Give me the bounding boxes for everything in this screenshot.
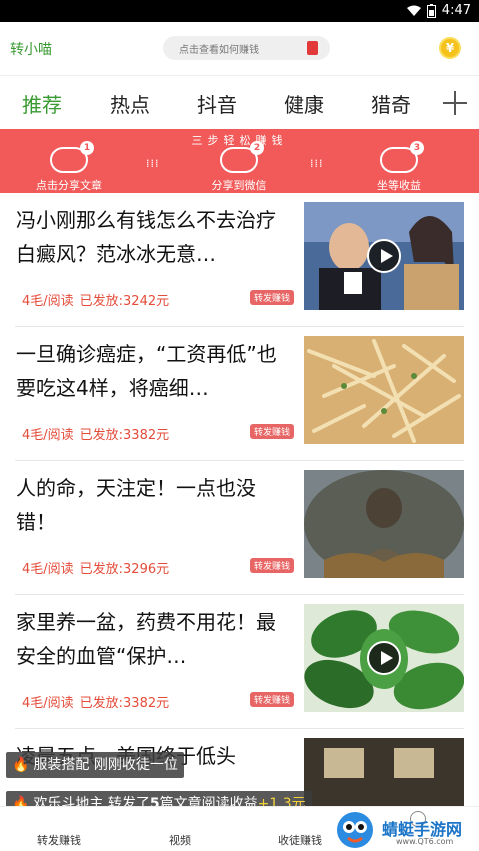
wechat-icon: 2 bbox=[220, 141, 264, 173]
watermark-url: www.QT6.com bbox=[396, 837, 454, 846]
article-thumbnail bbox=[304, 202, 464, 310]
step-earn: 3 坐等收益 bbox=[344, 141, 454, 193]
article-meta: 4毛/阅读 已发放:3382元 bbox=[22, 428, 170, 443]
article-title: 一旦确诊癌症，“工资再低”也要吃这4样，将癌细… bbox=[16, 342, 277, 400]
nav-video[interactable]: 视频 bbox=[135, 832, 225, 848]
tab-hot[interactable]: 热点 bbox=[110, 89, 150, 118]
article-thumbnail bbox=[304, 604, 464, 712]
article-meta: 4毛/阅读 已发放:3296元 bbox=[22, 562, 170, 577]
article-title: 家里养一盆，药费不用花！最安全的血管“保护… bbox=[16, 610, 276, 668]
article-title: 人的命，天注定！一点也没错！ bbox=[16, 476, 256, 534]
nav-recruit-earn[interactable]: 收徒赚钱 bbox=[255, 832, 345, 848]
add-tab-icon[interactable] bbox=[443, 91, 467, 115]
article-title: 冯小刚那么有钱怎么不去治疗白癜风？范冰冰无意… bbox=[16, 208, 276, 266]
search-bar[interactable]: 点击查看如何赚钱 bbox=[163, 36, 330, 60]
brand-name: 转小喵 bbox=[10, 42, 52, 58]
tab-curious[interactable]: 猎奇 bbox=[371, 89, 411, 118]
share-earn-badge[interactable]: 转发赚钱 bbox=[250, 290, 295, 305]
article-item[interactable]: 人的命，天注定！一点也没错！ 4毛/阅读 已发放:3296元 转发赚钱 bbox=[0, 461, 479, 595]
article-item[interactable]: 一旦确诊癌症，“工资再低”也要吃这4样，将癌细… 4毛/阅读 已发放:3382元 … bbox=[0, 327, 479, 461]
article-item[interactable]: 家里养一盆，药费不用花！最安全的血管“保护… 4毛/阅读 已发放:3382元 转发… bbox=[0, 595, 479, 729]
dragonfly-logo-icon bbox=[337, 812, 373, 848]
coins-icon: 3 bbox=[380, 141, 424, 173]
article-thumbnail bbox=[304, 470, 464, 578]
share-earn-badge[interactable]: 转发赚钱 bbox=[250, 692, 295, 707]
status-time: 4:47 bbox=[441, 3, 471, 18]
red-packet-icon bbox=[307, 41, 318, 55]
nav-share-earn[interactable]: 转发赚钱 bbox=[14, 832, 104, 848]
coin-icon[interactable]: ¥ bbox=[439, 37, 461, 59]
step-separator: ⁞⁞⁞ bbox=[310, 157, 324, 170]
status-icons: 4:47 bbox=[406, 3, 471, 18]
status-bar: 4:47 bbox=[0, 0, 479, 22]
site-watermark: 蜻蜓手游网 www.QT6.com bbox=[334, 806, 479, 851]
step-share-wechat: 2 分享到微信 bbox=[211, 141, 267, 192]
share-earn-badge[interactable]: 转发赚钱 bbox=[250, 424, 295, 439]
step-separator: ⁞⁞⁞ bbox=[146, 157, 160, 170]
document-icon: 1 bbox=[50, 141, 94, 173]
article-item[interactable]: 冯小刚那么有钱怎么不去治疗白癜风？范冰冰无意… 4毛/阅读 已发放:3242元 转… bbox=[0, 193, 479, 327]
share-earn-badge[interactable]: 转发赚钱 bbox=[250, 558, 295, 573]
article-thumbnail bbox=[304, 738, 464, 806]
tab-health[interactable]: 健康 bbox=[284, 89, 324, 118]
top-bar: 转小喵 点击查看如何赚钱 ¥ bbox=[0, 22, 479, 76]
category-tabs: 推荐 热点 抖音 健康 猎奇 bbox=[0, 77, 479, 129]
article-thumbnail bbox=[304, 336, 464, 444]
play-icon[interactable] bbox=[367, 641, 401, 675]
step-share-article: 1 点击分享文章 bbox=[36, 141, 102, 192]
notification-toast: 🔥 服装搭配 刚刚收徒一位 bbox=[6, 752, 184, 778]
wifi-icon bbox=[406, 5, 421, 16]
play-icon[interactable] bbox=[367, 239, 401, 273]
tab-recommend[interactable]: 推荐 bbox=[22, 89, 62, 118]
search-placeholder: 点击查看如何赚钱 bbox=[179, 45, 259, 56]
banner-title: 三步轻松赚钱 bbox=[191, 134, 288, 147]
article-meta: 4毛/阅读 已发放:3242元 bbox=[22, 294, 170, 309]
article-meta: 4毛/阅读 已发放:3382元 bbox=[22, 696, 170, 711]
fire-icon: 🔥 bbox=[12, 757, 30, 773]
tab-douyin[interactable]: 抖音 bbox=[197, 89, 237, 118]
battery-icon bbox=[426, 3, 436, 18]
earn-steps-banner[interactable]: 三步轻松赚钱 1 点击分享文章 ⁞⁞⁞ 2 分享到微信 ⁞⁞⁞ 3 坐等收益 bbox=[0, 129, 479, 193]
